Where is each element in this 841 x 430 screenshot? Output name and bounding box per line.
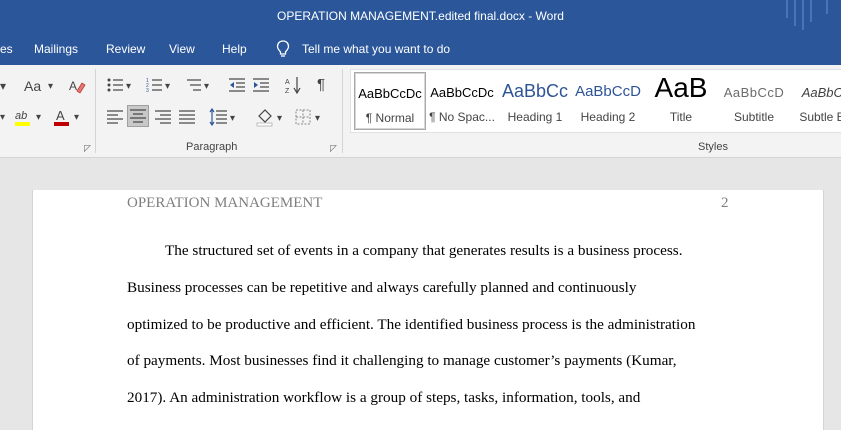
style-normal[interactable]: AaBbCcDc ¶ Normal xyxy=(354,72,426,130)
borders-icon[interactable] xyxy=(295,109,311,125)
line-spacing-icon[interactable] xyxy=(209,108,227,126)
tab-review[interactable]: Review xyxy=(106,42,145,56)
svg-text:ab: ab xyxy=(15,110,27,122)
change-case-button[interactable]: Aa xyxy=(24,78,41,94)
multilevel-dropdown-icon[interactable]: ▾ xyxy=(204,79,209,95)
svg-text:3: 3 xyxy=(146,88,149,93)
body-line: of payments. Most businesses find it cha… xyxy=(127,352,677,369)
style-title[interactable]: AaB Title xyxy=(646,72,716,128)
shading-icon[interactable] xyxy=(256,107,274,127)
style-normal-label: ¶ Normal xyxy=(365,111,415,125)
tab-references[interactable]: es xyxy=(0,42,13,56)
page-number: 2 xyxy=(721,195,729,211)
lightbulb-icon xyxy=(276,40,290,57)
style-heading-1-preview: AaBbCc xyxy=(501,81,569,101)
font-color-icon[interactable]: A xyxy=(53,107,71,127)
sort-icon[interactable]: A Z xyxy=(285,76,303,94)
numbering-dropdown-icon[interactable]: ▾ xyxy=(165,79,170,95)
paragraph-dialog-launcher-icon[interactable]: ◸ xyxy=(330,143,337,154)
align-left-icon[interactable] xyxy=(107,109,123,125)
style-no-spacing-label: ¶ No Spac... xyxy=(429,110,495,124)
svg-text:A: A xyxy=(69,79,77,93)
font-size-dropdown-arrow[interactable]: ▾ xyxy=(0,78,6,94)
paragraph-group-label: Paragraph xyxy=(186,141,238,153)
title-bar: OPERATION MANAGEMENT.edited final.docx -… xyxy=(0,0,841,35)
font-dialog-launcher-icon[interactable]: ◸ xyxy=(84,143,91,154)
style-title-label: Title xyxy=(669,110,693,124)
styles-gallery: AaBbCcDc ¶ Normal AaBbCcDc ¶ No Spac... … xyxy=(350,69,841,133)
multilevel-list-icon[interactable] xyxy=(185,77,201,93)
line-spacing-dropdown-icon[interactable]: ▾ xyxy=(230,111,235,127)
svg-text:Z: Z xyxy=(285,88,290,94)
tell-me-text: Tell me what you want to do xyxy=(302,42,451,56)
bullets-dropdown-icon[interactable]: ▾ xyxy=(126,79,131,95)
change-case-dropdown-icon[interactable]: ▾ xyxy=(48,79,53,95)
style-subtle-emphasis-preview: AaBbCcl xyxy=(801,85,841,100)
clear-formatting-icon[interactable]: A xyxy=(68,77,86,95)
tab-help[interactable]: Help xyxy=(222,42,247,56)
font-color-dropdown-icon[interactable]: ▾ xyxy=(74,110,79,126)
window-title: OPERATION MANAGEMENT.edited final.docx -… xyxy=(277,9,564,23)
style-heading-2-label: Heading 2 xyxy=(580,110,636,124)
styles-group-label: Styles xyxy=(698,141,728,153)
group-separator xyxy=(342,69,343,153)
svg-text:A: A xyxy=(285,79,290,86)
style-normal-preview: AaBbCcDc xyxy=(358,86,422,101)
style-subtitle-label: Subtitle xyxy=(733,110,775,124)
svg-text:A: A xyxy=(56,108,65,123)
style-subtle-emphasis[interactable]: AaBbCcl Subtle Em xyxy=(792,72,841,128)
style-subtitle-preview: AaBbCcD xyxy=(723,85,785,100)
title-bar-pattern xyxy=(786,0,828,30)
body-line: The structured set of events in a compan… xyxy=(165,242,683,259)
show-formatting-marks-icon[interactable]: ¶ xyxy=(317,77,325,93)
running-header: OPERATION MANAGEMENT xyxy=(127,195,323,211)
style-title-preview: AaB xyxy=(654,72,708,103)
body-line: Business processes can be repetitive and… xyxy=(127,279,637,296)
align-right-icon[interactable] xyxy=(155,109,171,125)
justify-icon[interactable] xyxy=(179,109,195,125)
bullets-icon[interactable] xyxy=(107,77,123,93)
align-center-button[interactable] xyxy=(127,105,149,127)
highlight-dropdown-icon[interactable]: ▾ xyxy=(36,110,41,126)
font-dropdown-icon[interactable]: ▾ xyxy=(0,110,5,126)
style-heading-2-preview: AaBbCcD xyxy=(575,83,641,100)
tab-mailings[interactable]: Mailings xyxy=(34,42,78,56)
style-subtitle[interactable]: AaBbCcD Subtitle xyxy=(719,72,789,128)
borders-dropdown-icon[interactable]: ▾ xyxy=(315,111,320,127)
group-separator xyxy=(95,69,96,153)
style-no-spacing-preview: AaBbCcDc xyxy=(430,85,494,100)
style-subtle-emphasis-label: Subtle Em xyxy=(799,110,841,124)
document-area[interactable]: OPERATION MANAGEMENT 2 The structured se… xyxy=(0,158,841,430)
body-line: 2017). An administration workflow is a g… xyxy=(127,389,641,406)
increase-indent-icon[interactable] xyxy=(253,77,269,93)
numbering-icon[interactable]: 123 xyxy=(146,77,162,93)
document-page[interactable]: OPERATION MANAGEMENT 2 The structured se… xyxy=(32,190,824,430)
shading-dropdown-icon[interactable]: ▾ xyxy=(277,111,282,127)
style-no-spacing[interactable]: AaBbCcDc ¶ No Spac... xyxy=(427,72,497,128)
tab-view[interactable]: View xyxy=(169,42,195,56)
ribbon: ▾ Aa ▾ A ▾ ab ▾ A ▾ ◸ ▾ 123 ▾ ▾ A Z ¶ ▾ … xyxy=(0,65,841,158)
align-center-icon xyxy=(130,109,146,123)
body-line: optimized to be productive and efficient… xyxy=(127,316,696,333)
decrease-indent-icon[interactable] xyxy=(229,77,245,93)
ribbon-tabs: es Mailings Review View Help Tell me wha… xyxy=(0,35,841,65)
style-heading-1[interactable]: AaBbCc Heading 1 xyxy=(500,72,570,128)
highlight-color-icon[interactable]: ab xyxy=(14,107,32,127)
style-heading-2[interactable]: AaBbCcD Heading 2 xyxy=(573,72,643,128)
style-heading-1-label: Heading 1 xyxy=(507,110,563,124)
